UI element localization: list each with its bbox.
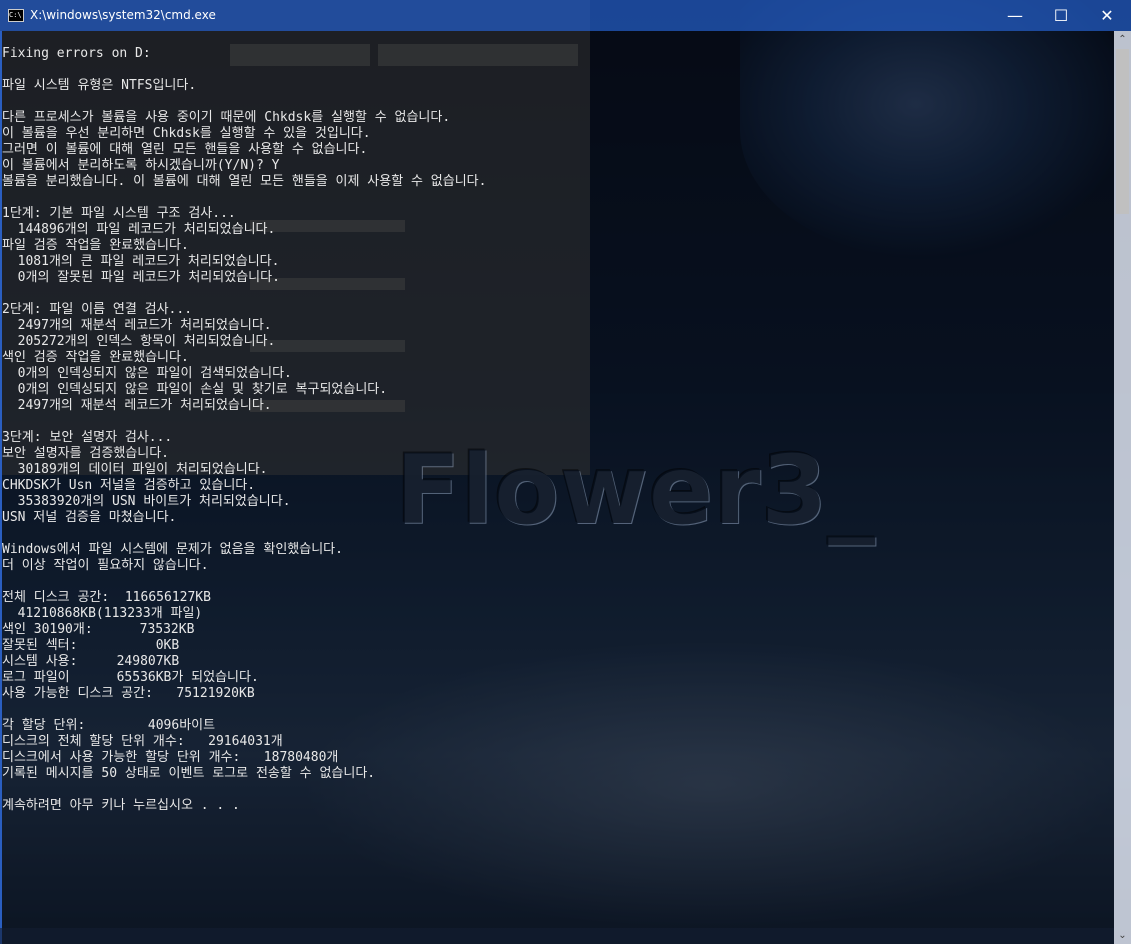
console-line: 시스템 사용: 249807KB: [2, 654, 180, 669]
wallpaper-watermark: Flower3_: [395, 434, 876, 546]
console-line: 디스크에서 사용 가능한 할당 단위 개수: 18780480개: [2, 750, 339, 765]
console-line: 2단계: 파일 이름 연결 검사...: [2, 302, 193, 317]
console-line: 2497개의 재분석 레코드가 처리되었습니다.: [2, 318, 272, 333]
console-line: 사용 가능한 디스크 공간: 75121920KB: [2, 686, 255, 701]
console-line: 이 볼륨을 우선 분리하면 Chkdsk를 실행할 수 있을 것입니다.: [2, 126, 371, 141]
console-line: 전체 디스크 공간: 116656127KB: [2, 590, 211, 605]
close-button[interactable]: ✕: [1084, 0, 1130, 31]
console-line: 다른 프로세스가 볼륨을 사용 중이기 때문에 Chkdsk를 실행할 수 없습…: [2, 110, 451, 125]
taskbar-ghost: [0, 928, 1114, 944]
console-line: 1단계: 기본 파일 시스템 구조 검사...: [2, 206, 236, 221]
cmd-icon: C:\.: [8, 9, 24, 22]
scroll-thumb[interactable]: [1116, 49, 1129, 214]
console-line: 0개의 인덱싱되지 않은 파일이 손실 및 찾기로 복구되었습니다.: [2, 382, 388, 397]
console-line: 0개의 인덱싱되지 않은 파일이 검색되었습니다.: [2, 366, 292, 381]
minimize-button[interactable]: —: [992, 0, 1038, 31]
console-line: 색인 30190개: 73532KB: [2, 622, 195, 637]
console-line: 더 이상 작업이 필요하지 않습니다.: [2, 558, 209, 573]
console-line: 기록된 메시지를 50 상태로 이벤트 로그로 전송할 수 없습니다.: [2, 766, 376, 781]
console-line: 205272개의 인덱스 항목이 처리되었습니다.: [2, 334, 276, 349]
console-line: 볼륨을 분리했습니다. 이 볼륨에 대해 열린 모든 핸들을 이제 사용할 수 …: [2, 174, 487, 189]
scroll-up-arrow-icon[interactable]: ⌃: [1114, 31, 1131, 48]
console-line: 파일 검증 작업을 완료했습니다.: [2, 238, 189, 253]
vertical-scrollbar[interactable]: ⌃ ⌄: [1114, 31, 1131, 944]
title-bar: C:\. X:\windows\system32\cmd.exe — ☐ ✕: [0, 0, 1131, 31]
maximize-button[interactable]: ☐: [1038, 0, 1084, 31]
console-line: Fixing errors on D:: [2, 46, 151, 61]
console-line: 2497개의 재분석 레코드가 처리되었습니다.: [2, 398, 272, 413]
console-line: 144896개의 파일 레코드가 처리되었습니다.: [2, 222, 276, 237]
console-line: 색인 검증 작업을 완료했습니다.: [2, 350, 189, 365]
console-line: 계속하려면 아무 키나 누르십시오 . . .: [2, 798, 240, 813]
console-line: 그러면 이 볼륨에 대해 열린 모든 핸들을 사용할 수 없습니다.: [2, 142, 368, 157]
console-line: 이 볼륨에서 분리하도록 하시겠습니까(Y/N)? Y: [2, 158, 280, 173]
console-line: 파일 시스템 유형은 NTFS입니다.: [2, 78, 197, 93]
console-line: 0개의 잘못된 파일 레코드가 처리되었습니다.: [2, 270, 280, 285]
window-title: X:\windows\system32\cmd.exe: [30, 8, 216, 22]
console-line: 1081개의 큰 파일 레코드가 처리되었습니다.: [2, 254, 280, 269]
console-line: 디스크의 전체 할당 단위 개수: 29164031개: [2, 734, 283, 749]
console-line: 로그 파일이 65536KB가 되었습니다.: [2, 670, 259, 685]
scroll-down-arrow-icon[interactable]: ⌄: [1114, 927, 1131, 944]
console-line: 41210868KB(113233개 파일): [2, 606, 203, 621]
console-text: Fixing errors on D: 파일 시스템 유형은 NTFS입니다. 다른…: [2, 46, 486, 814]
console-line: 각 할당 단위: 4096바이트: [2, 718, 216, 733]
console-line: 잘못된 섹터: 0KB: [2, 638, 180, 653]
